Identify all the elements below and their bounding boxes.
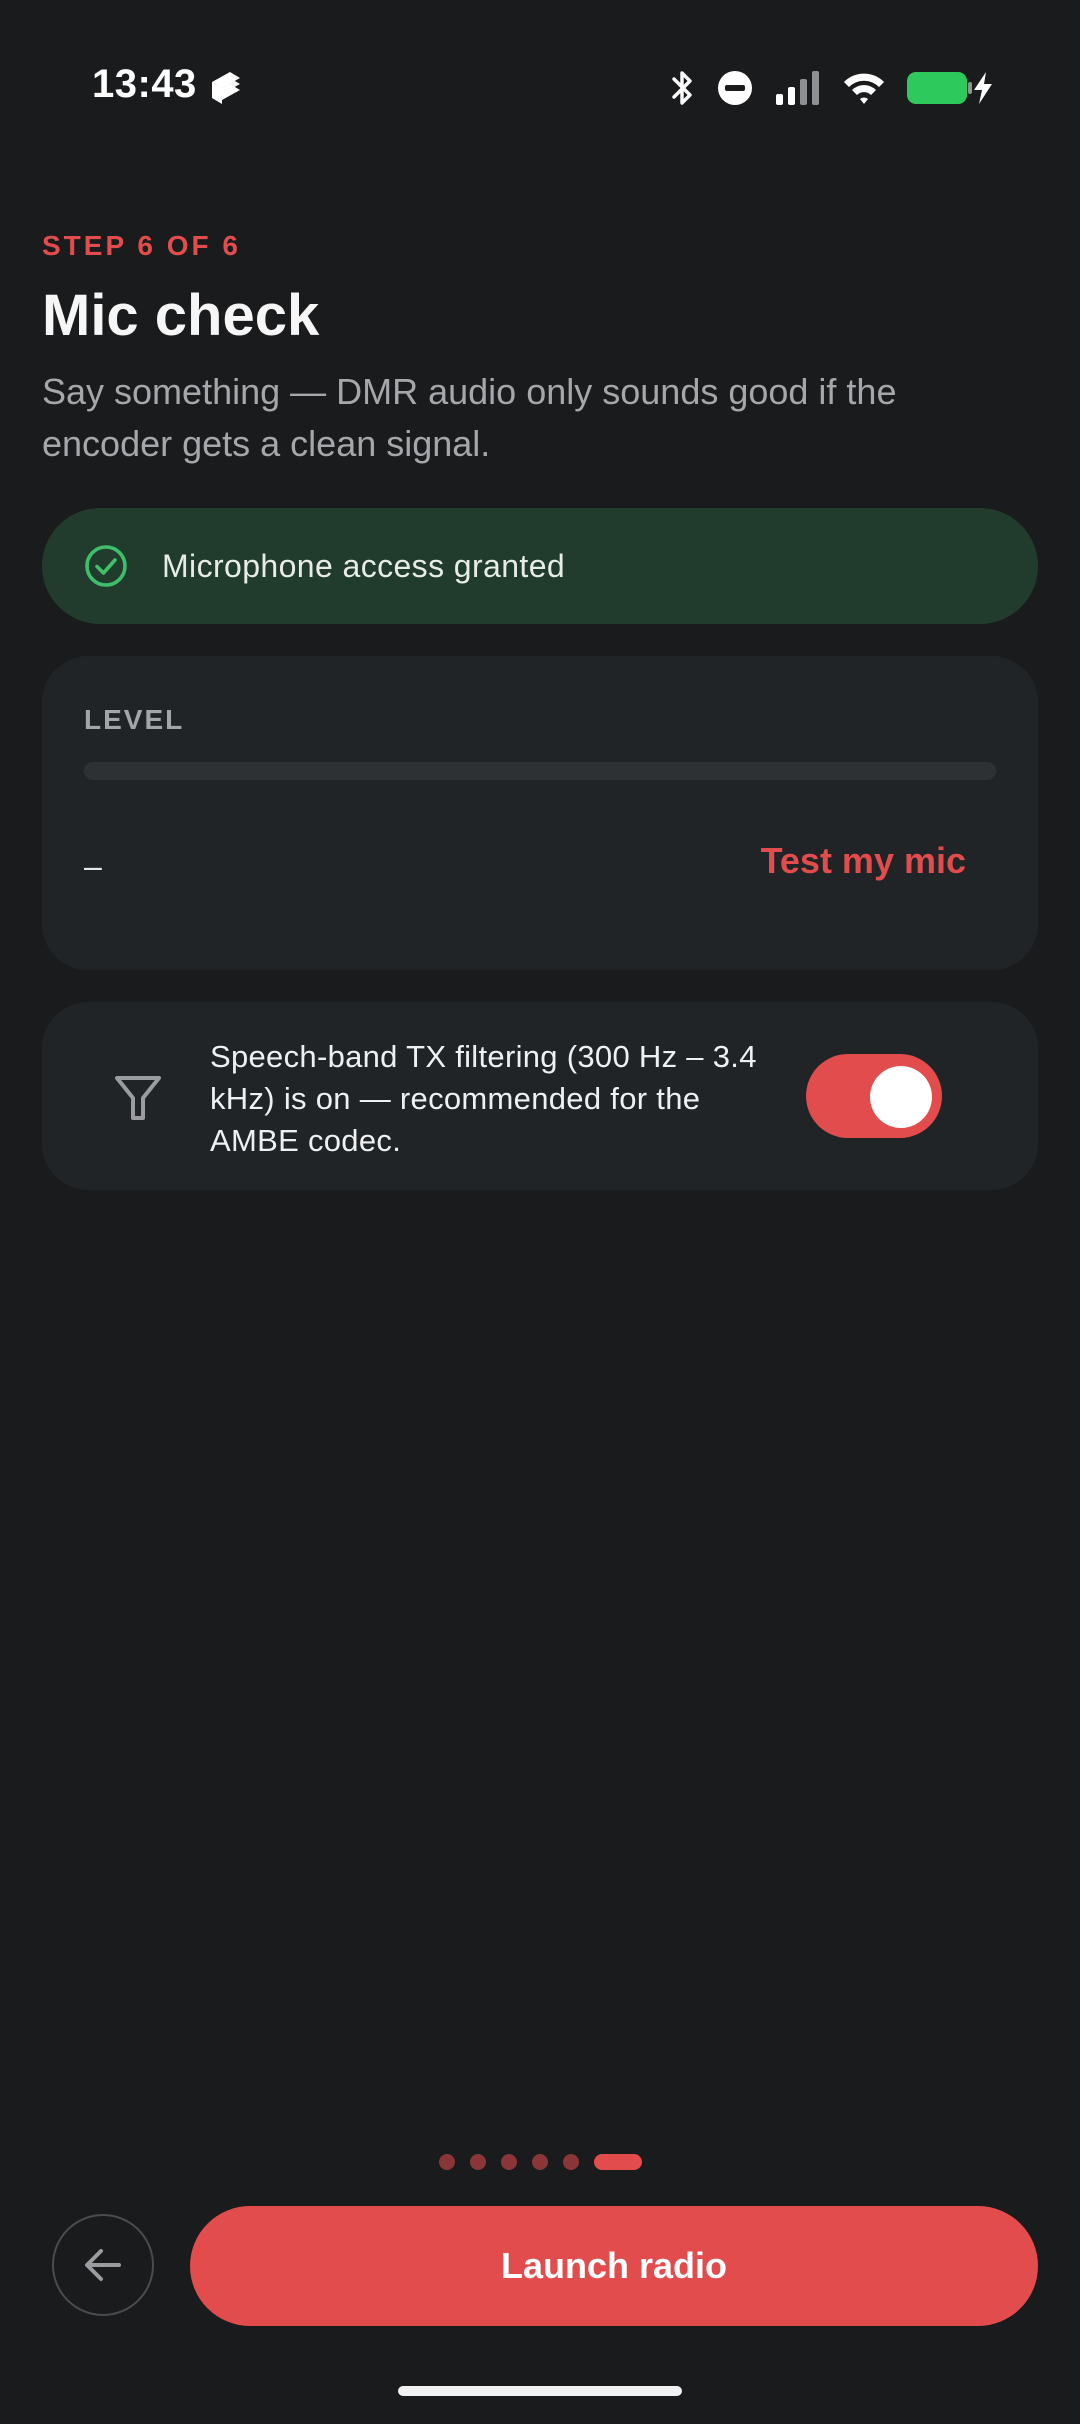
mic-level-card: LEVEL – Test my mic xyxy=(42,656,1038,970)
wifi-icon xyxy=(844,73,884,104)
arrow-left-icon xyxy=(85,2249,121,2281)
launch-radio-button[interactable]: Launch radio xyxy=(190,2206,1038,2326)
status-bar: 13:43 xyxy=(0,0,1080,170)
level-meter xyxy=(84,762,996,780)
bluetooth-icon xyxy=(672,71,692,105)
page-subtitle: Say something — DMR audio only sounds go… xyxy=(42,371,897,464)
pager-dot xyxy=(438,2154,455,2170)
tx-filter-toggle[interactable] xyxy=(806,1054,942,1138)
check-circle-icon xyxy=(85,545,127,587)
app-icon xyxy=(212,72,240,104)
step-pager xyxy=(0,2154,1080,2170)
permission-status-text: Microphone access granted xyxy=(162,547,566,584)
toggle-knob xyxy=(870,1066,932,1128)
battery-icon xyxy=(907,72,972,104)
level-value: – xyxy=(84,848,102,884)
level-label: LEVEL xyxy=(84,704,185,735)
step-indicator-label: STEP 6 OF 6 xyxy=(42,230,241,261)
dnd-icon xyxy=(718,71,752,105)
onboarding-screen: 13:43 STEP 6 OF 6 Mic check Say somethin… xyxy=(0,0,1080,2424)
back-button[interactable] xyxy=(52,2214,154,2316)
filter-icon xyxy=(115,1076,161,1120)
pager-dot xyxy=(500,2154,517,2170)
pager-dot xyxy=(531,2154,548,2170)
status-icons xyxy=(670,64,994,112)
page-title: Mic check xyxy=(42,283,320,348)
charging-icon xyxy=(974,72,992,104)
tx-filter-description: Speech-band TX filtering (300 Hz – 3.4 k… xyxy=(210,1039,757,1158)
status-time: 13:43 xyxy=(92,62,197,106)
test-mic-button[interactable]: Test my mic xyxy=(761,840,966,882)
pager-dot xyxy=(469,2154,486,2170)
pager-dot-active xyxy=(593,2154,642,2170)
pager-dot xyxy=(562,2154,579,2170)
home-indicator xyxy=(398,2386,682,2396)
mic-permission-banner: Microphone access granted xyxy=(42,508,1038,624)
cellular-icon xyxy=(776,71,819,105)
tx-filter-card: Speech-band TX filtering (300 Hz – 3.4 k… xyxy=(42,1002,1038,1190)
